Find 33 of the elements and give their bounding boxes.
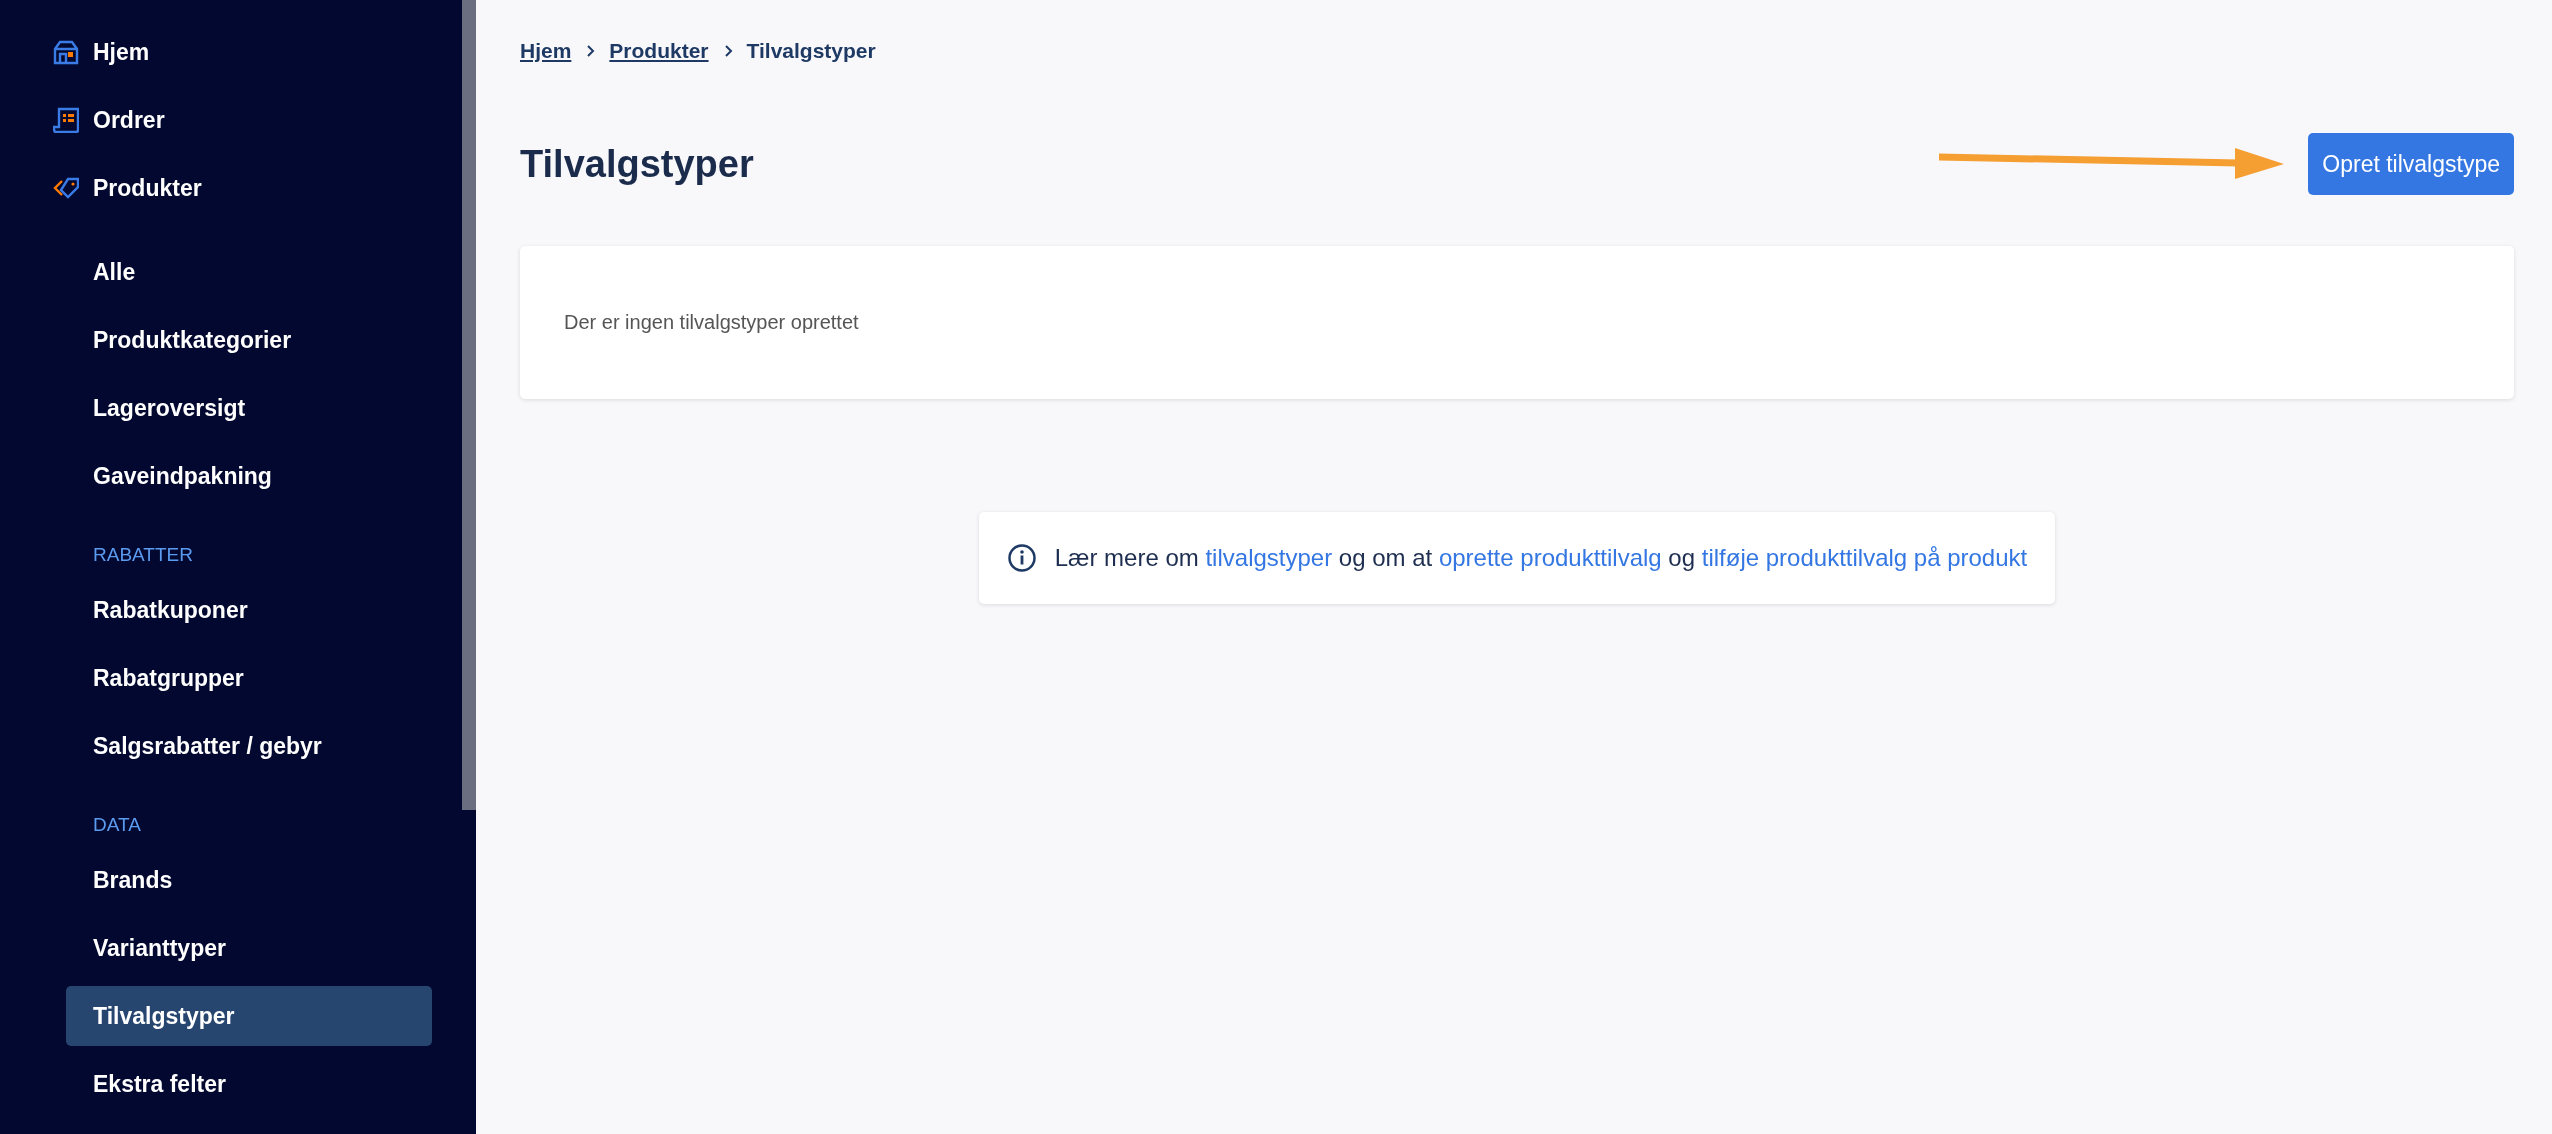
sidebar-item[interactable]: Brands (66, 850, 432, 910)
create-button[interactable]: Opret tilvalgstype (2308, 133, 2514, 195)
sidebar-section-heading: RABATTER (92, 543, 194, 567)
info-link[interactable]: oprette produkttilvalg (1438, 544, 1662, 571)
info-icon (1006, 543, 1037, 573)
tag-icon (53, 175, 79, 201)
info-text: Lær mere om tilvalgstyper og om at oprette produkttilvalg og tilføje produkttilvalg på produkt (1054, 544, 2028, 572)
sidebar-item[interactable]: Lageroversigt (66, 378, 432, 438)
info-link[interactable]: tilføje produkttilvalg på produkt (1701, 544, 2028, 571)
sidebar-item[interactable]: Tilvalgstyper (66, 986, 432, 1046)
sidebar-item[interactable]: Gaveindpakning (66, 446, 432, 506)
sidebar-item[interactable]: Rabatkuponer (66, 580, 432, 640)
scrollbar[interactable] (462, 0, 476, 810)
page-title: Tilvalgstyper (520, 142, 754, 186)
receipt-icon (53, 107, 79, 133)
sidebar-item[interactable]: Ordrer (53, 86, 432, 154)
house-icon (53, 39, 79, 65)
sidebar-item[interactable]: Produktkategorier (66, 310, 432, 370)
info-link[interactable]: tilvalgstyper (1205, 544, 1333, 571)
sidebar-section-heading: DATA (92, 813, 142, 837)
sidebar-item[interactable]: Rabatgrupper (66, 648, 432, 708)
sidebar-item[interactable]: Produkter (53, 154, 432, 222)
chevron-right-icon (722, 44, 733, 58)
sidebar-item[interactable]: Hjem (53, 18, 432, 86)
chevron-right-icon (585, 44, 596, 58)
breadcrumb-link[interactable]: Produkter (609, 39, 709, 63)
sidebar-item[interactable]: Salgsrabatter / gebyr (66, 716, 432, 776)
breadcrumb-current: Tilvalgstyper (746, 39, 876, 63)
sidebar-item[interactable]: Ekstra felter (66, 1054, 432, 1114)
empty-message: Der er ingen tilvalgstyper oprettet (564, 311, 859, 334)
sidebar-item[interactable]: Varianttyper (66, 918, 432, 978)
sidebar-item[interactable]: Alle (66, 242, 432, 302)
breadcrumb-link[interactable]: Hjem (520, 39, 572, 63)
